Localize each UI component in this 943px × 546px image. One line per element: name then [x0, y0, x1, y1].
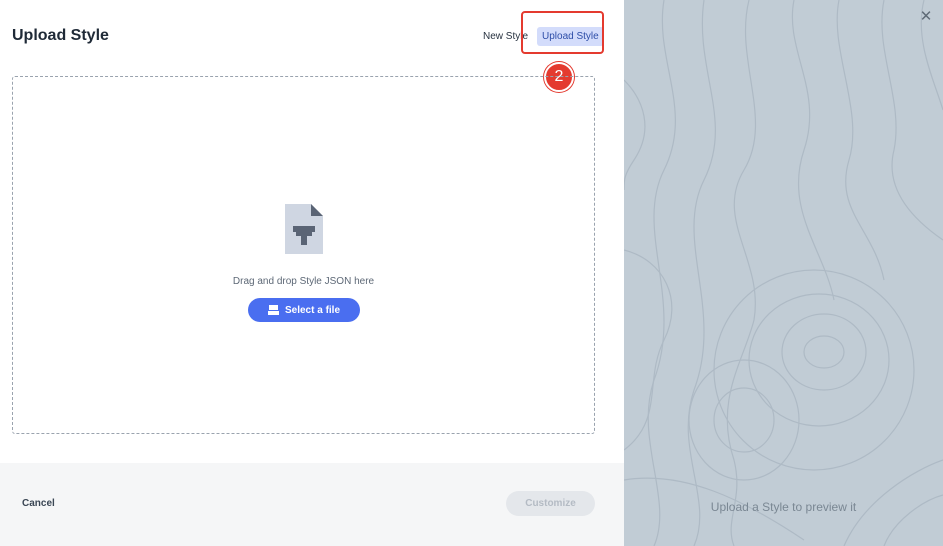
- tab-new-style[interactable]: New Style: [478, 27, 533, 46]
- file-dropzone[interactable]: Drag and drop Style JSON here Select a f…: [12, 76, 595, 434]
- upload-style-panel: Upload Style New Style Upload Style 2 Dr…: [0, 0, 624, 546]
- select-file-label: Select a file: [284, 304, 341, 316]
- cancel-button[interactable]: Cancel: [22, 498, 55, 509]
- preview-placeholder: Upload a Style to preview it: [710, 500, 857, 514]
- select-file-button[interactable]: Select a file: [248, 298, 360, 322]
- style-file-icon: [285, 204, 323, 254]
- drop-instruction: Drag and drop Style JSON here: [232, 276, 375, 287]
- page-title: Upload Style: [12, 27, 109, 44]
- style-preview-panel: [624, 0, 943, 546]
- topographic-pattern: [624, 0, 943, 546]
- upload-file-icon: [267, 305, 279, 315]
- customize-button[interactable]: Customize: [506, 491, 595, 516]
- tab-upload-style[interactable]: Upload Style: [537, 27, 604, 46]
- mode-tabs: New Style Upload Style: [478, 27, 604, 46]
- close-icon[interactable]: ✕: [916, 6, 936, 26]
- modal-footer: Cancel Customize: [0, 463, 624, 546]
